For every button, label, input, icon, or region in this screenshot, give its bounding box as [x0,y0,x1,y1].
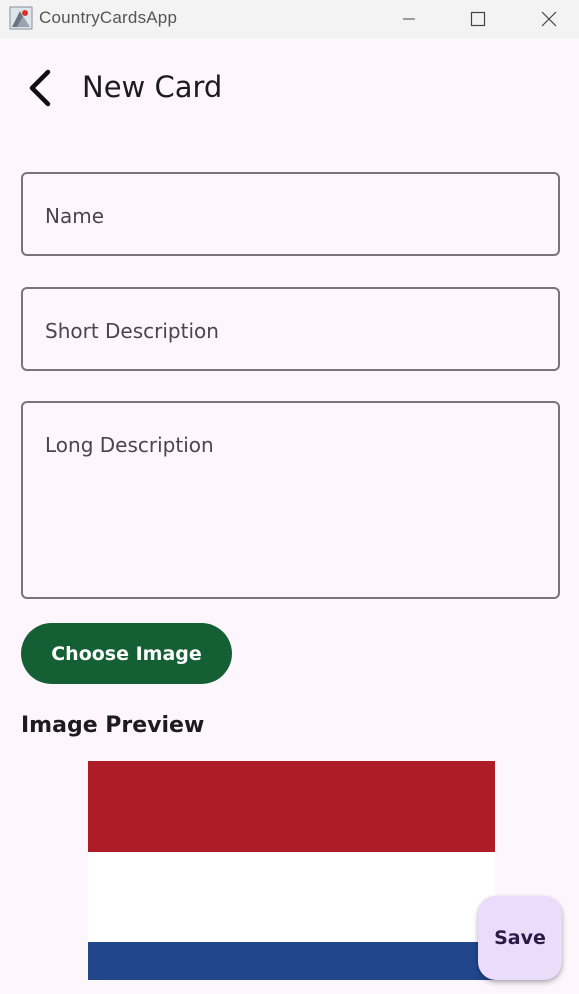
image-preview-label: Image Preview [21,713,205,738]
back-arrow-icon [29,69,51,107]
choose-image-button[interactable]: Choose Image [21,623,232,684]
flag-stripe-top [88,761,495,852]
title-bar: CountryCardsApp [0,0,579,38]
maximize-icon [470,11,486,27]
flag-stripe-bottom [88,942,495,980]
minimize-icon [403,18,415,20]
long-description-placeholder: Long Description [45,433,214,457]
long-description-field[interactable]: Long Description [21,401,560,599]
minimize-button[interactable] [386,0,432,38]
app-icon [9,6,33,30]
close-icon [541,11,557,27]
image-preview [88,761,495,980]
back-button[interactable] [18,66,62,110]
short-description-placeholder: Short Description [45,319,219,343]
save-button[interactable]: Save [478,896,562,980]
name-field[interactable]: Name [21,172,560,256]
short-description-field[interactable]: Short Description [21,287,560,371]
name-placeholder: Name [45,204,105,228]
app-window: CountryCardsApp New Card Name Short Desc… [0,0,579,994]
maximize-button[interactable] [455,0,501,38]
close-button[interactable] [526,0,572,38]
window-title: CountryCardsApp [39,8,178,27]
page-title: New Card [82,70,223,104]
flag-stripe-middle [88,852,495,942]
